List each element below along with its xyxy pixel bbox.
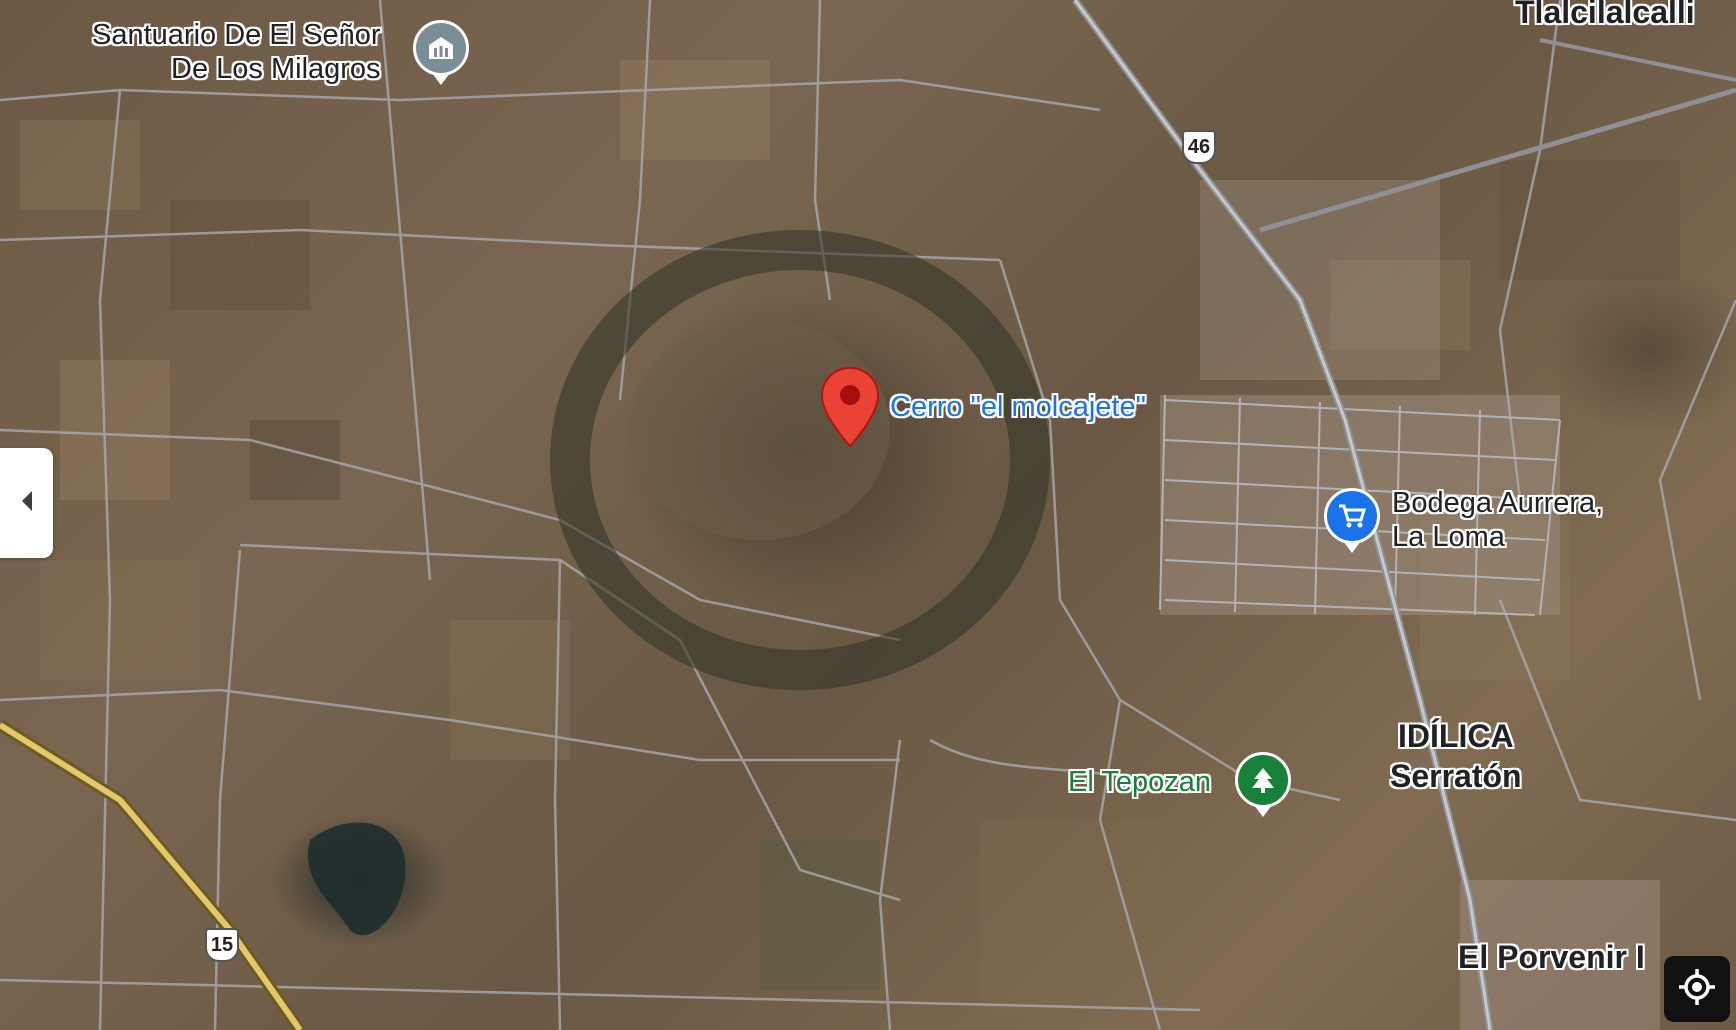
my-location-button[interactable]	[1664, 956, 1730, 1022]
locality-label-tlalcilalcalli: Tlalcilalcalli	[1515, 0, 1695, 30]
satellite-map[interactable]: 46 15 Santuario De El Señor De Los Milag…	[0, 0, 1736, 1030]
chevron-left-icon	[19, 489, 35, 518]
locality-label-el-porvenir: El Porvenir I	[1458, 939, 1645, 975]
my-location-icon	[1677, 967, 1717, 1012]
tree-icon[interactable]	[1235, 752, 1291, 817]
locality-label-idilica-serraton: IDÍLICA Serratón	[1390, 718, 1522, 794]
shopping-cart-icon[interactable]	[1324, 488, 1380, 553]
place-label-el-tepozan[interactable]: El Tepozan	[1068, 765, 1211, 799]
route-shield-15: 15	[205, 928, 239, 962]
map-pin-marker[interactable]	[820, 366, 880, 448]
place-label-bodega-aurrera[interactable]: Bodega Aurrera, La Loma	[1392, 486, 1603, 554]
pin-label[interactable]: Cerro "el molcajete"	[890, 390, 1146, 424]
collapse-side-panel-button[interactable]	[0, 448, 53, 558]
place-label-santuario[interactable]: Santuario De El Señor De Los Milagros	[92, 18, 381, 86]
route-shield-46: 46	[1182, 130, 1216, 164]
church-icon[interactable]	[413, 20, 469, 85]
